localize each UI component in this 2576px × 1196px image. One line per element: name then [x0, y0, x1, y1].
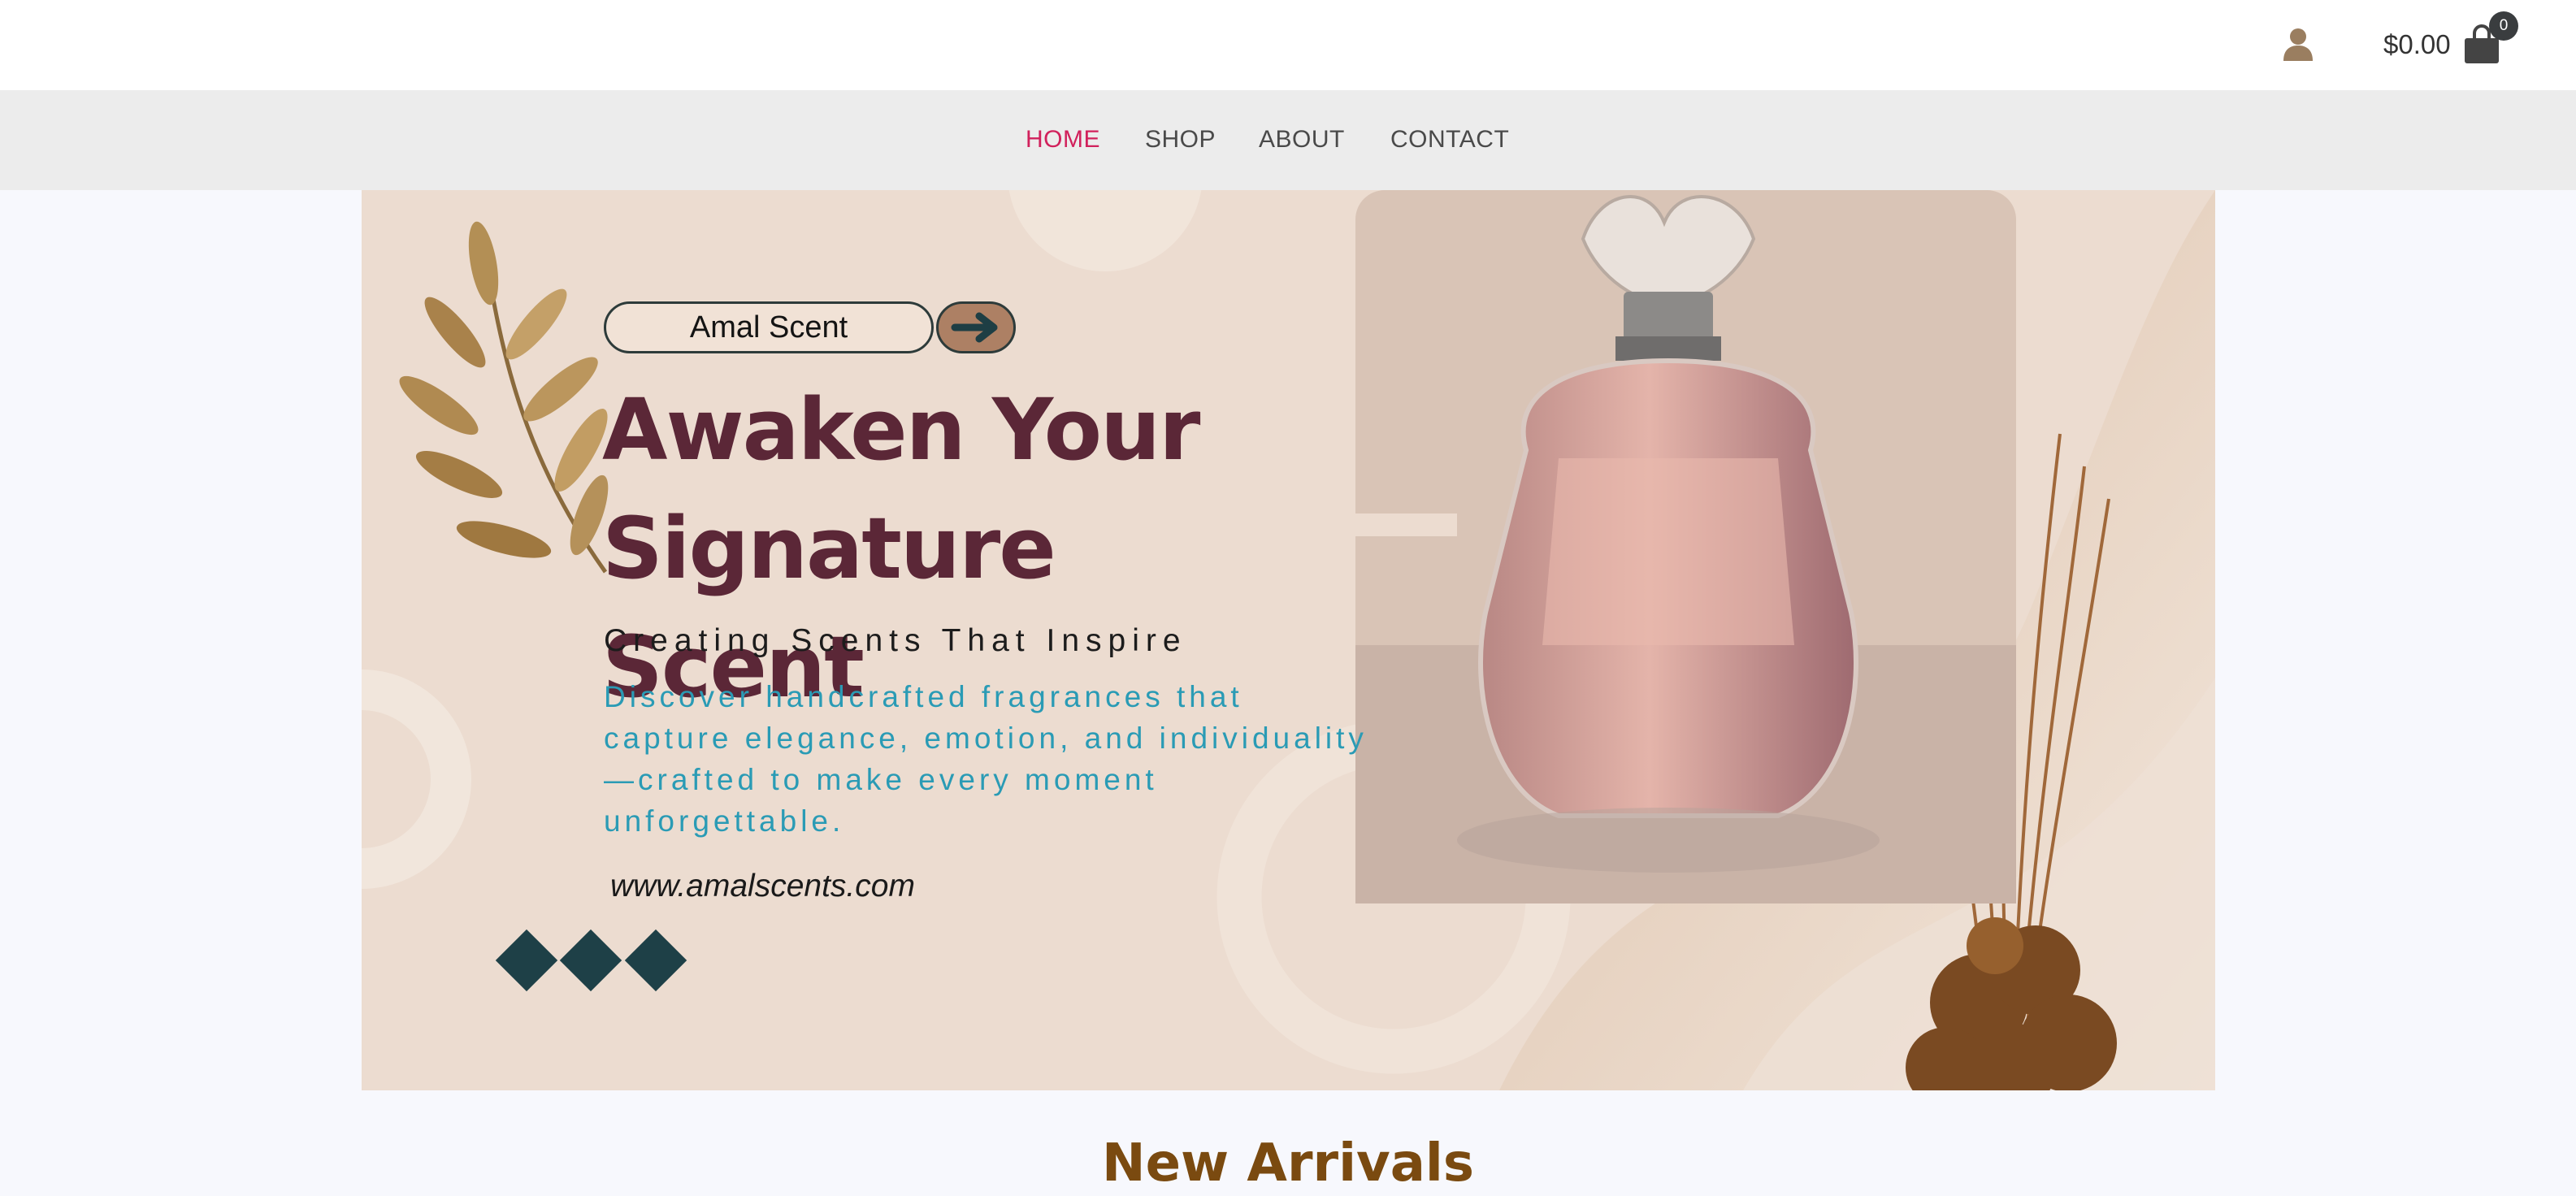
diamond-decoration	[495, 929, 687, 992]
nav-shop[interactable]: SHOP	[1145, 124, 1216, 156]
hero-headline: Awaken Your Signature Scent	[602, 370, 1334, 726]
hero-headline-line1: Awaken Your	[602, 380, 1200, 479]
cart-count-badge: 0	[2489, 11, 2518, 41]
main-nav: HOME SHOP ABOUT CONTACT	[0, 90, 2576, 190]
hero-description: Discover handcrafted fragrances that cap…	[604, 680, 1368, 838]
hero-banner[interactable]: Amal Scent Awaken Your Signature Scent C…	[362, 190, 2215, 1090]
hero-arrow-button[interactable]	[936, 301, 1016, 353]
nav-home[interactable]: HOME	[1026, 124, 1100, 156]
hero-website: www.amalscents.com	[610, 869, 915, 904]
arrow-right-icon	[951, 312, 998, 343]
cart-total[interactable]: $0.00	[2383, 28, 2451, 62]
brand-label: Amal Scent	[604, 301, 934, 353]
top-bar: $0.00 0	[0, 0, 2576, 90]
perfume-bottle-image	[1355, 190, 2016, 904]
user-icon[interactable]	[2282, 28, 2314, 62]
new-arrivals-heading: New Arrivals	[1102, 1133, 1474, 1194]
nav-about[interactable]: ABOUT	[1259, 124, 1345, 156]
leaf-decoration	[399, 221, 609, 574]
hero-tagline: Creating Scents That Inspire	[604, 623, 1187, 658]
nav-contact[interactable]: CONTACT	[1390, 124, 1509, 156]
